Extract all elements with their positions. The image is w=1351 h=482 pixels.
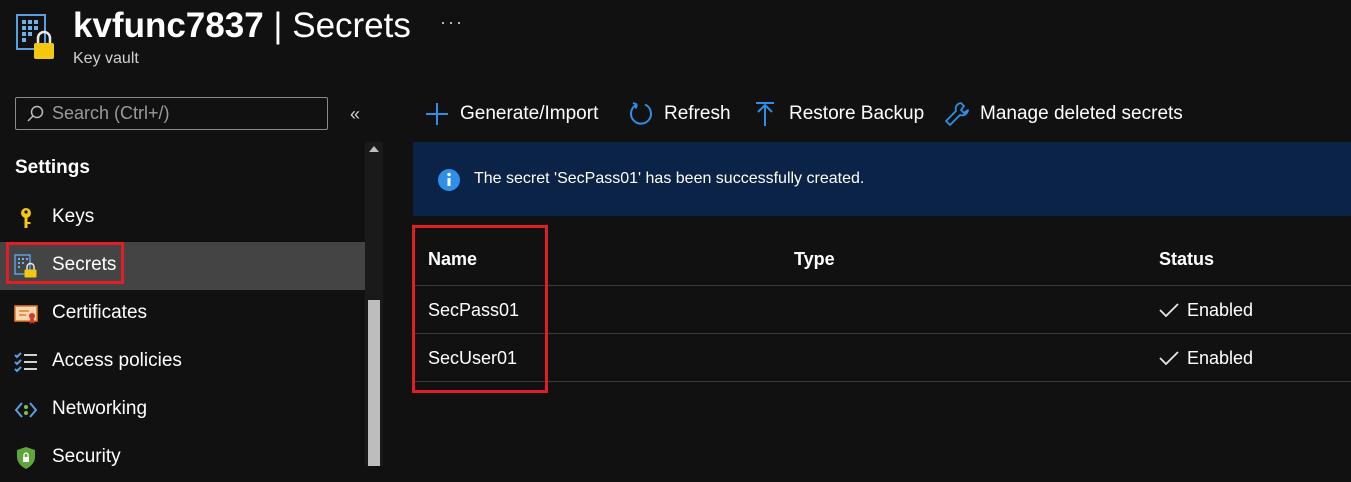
secret-status: Enabled [1187,348,1254,368]
page-title: kvfunc7837 | Secrets [73,4,411,48]
sidebar-item-label: Keys [52,206,95,227]
plus-icon [426,103,448,125]
sidebar-item-networking[interactable]: Networking [0,386,365,434]
networking-icon [14,402,38,418]
key-icon [21,208,31,228]
page-name: Secrets [292,6,411,45]
sidebar-item-label: Access policies [52,350,182,371]
collapse-sidebar-button[interactable]: « [350,104,360,125]
restore-backup-label: Restore Backup [789,103,925,124]
sidebar-item-label: Networking [52,398,148,419]
scrollbar-thumb[interactable] [368,300,380,466]
restore-backup-button[interactable]: Restore Backup [753,100,925,130]
table-divider [413,333,1351,334]
banner-message: The secret 'SecPass01' has been successf… [474,170,865,187]
search-icon [27,105,44,122]
secret-status: Enabled [1187,300,1254,320]
resource-type: Key vault [73,50,139,67]
vault-name: kvfunc7837 [73,6,264,45]
manage-deleted-secrets-label: Manage deleted secrets [980,103,1183,124]
refresh-icon [630,102,652,125]
sidebar-item-certificates[interactable]: Certificates [0,290,365,338]
sidebar-item-label: Security [52,446,121,467]
refresh-button[interactable]: Refresh [628,100,733,130]
info-icon [438,169,460,191]
sidebar-item-security[interactable]: Security [0,434,365,482]
manage-deleted-secrets-button[interactable]: Manage deleted secrets [944,100,1189,130]
settings-section-title: Settings [15,157,90,178]
access-policies-icon [14,352,37,373]
key-vault-icon [16,14,54,59]
generate-import-label: Generate/Import [460,103,599,124]
search-placeholder: Search (Ctrl+/) [52,103,170,123]
more-options-button[interactable]: ··· [440,12,464,33]
checkmark-icon [1159,303,1179,318]
sidebar-search-input[interactable]: Search (Ctrl+/) [15,97,328,130]
wrench-icon [945,102,969,126]
upload-arrow-icon [756,102,774,126]
checkmark-icon [1159,351,1179,366]
sidebar-item-access-policies[interactable]: Access policies [0,338,365,386]
scroll-up-arrow-icon[interactable] [369,146,379,152]
generate-import-button[interactable]: Generate/Import [424,100,609,130]
title-separator: | [263,6,293,45]
column-header-status[interactable]: Status [1159,249,1214,270]
table-divider [413,381,1351,382]
highlight-box-secrets [6,242,124,284]
sidebar-item-label: Certificates [52,302,148,323]
certificate-icon [14,305,38,324]
table-divider [413,285,1351,286]
column-header-type[interactable]: Type [794,249,835,270]
refresh-label: Refresh [664,103,731,124]
highlight-box-names [412,225,548,393]
sidebar-item-keys[interactable]: Keys [0,194,365,242]
security-shield-icon [17,447,35,469]
